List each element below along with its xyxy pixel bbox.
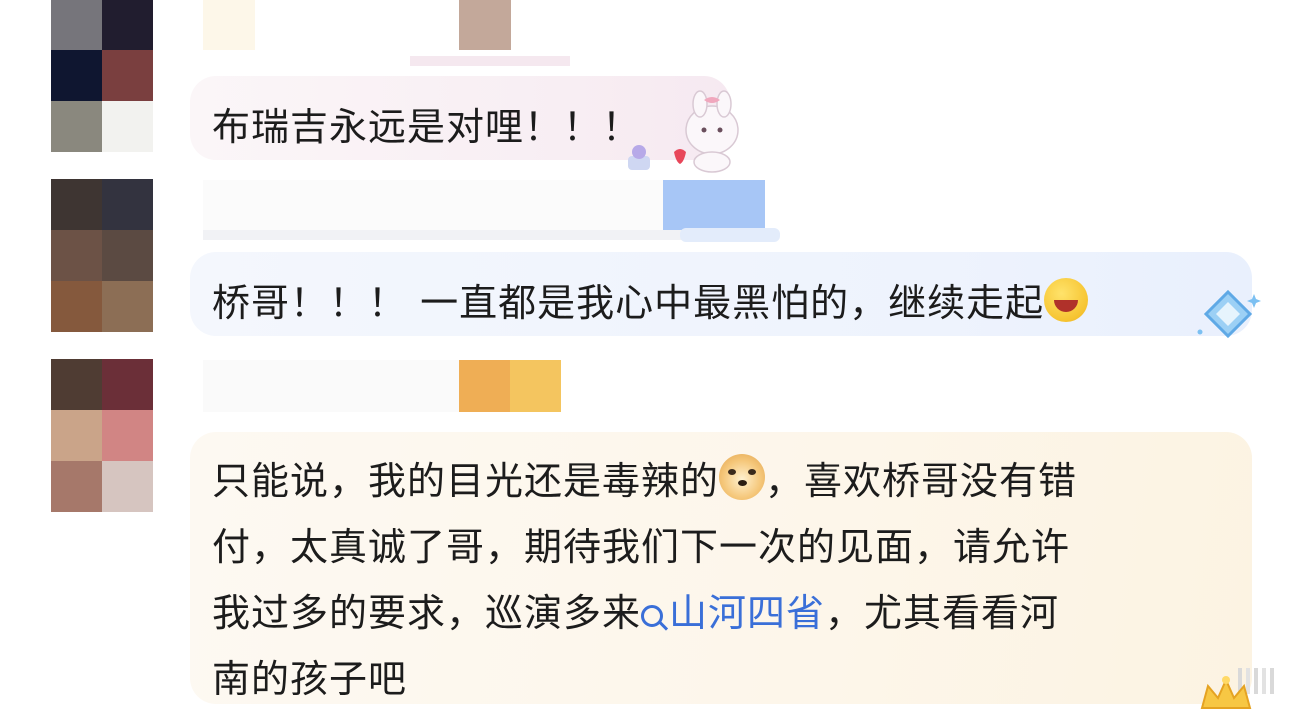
badge-mosaic xyxy=(663,180,765,232)
sun-crown-sticker xyxy=(1200,676,1252,709)
badge-mosaic xyxy=(410,56,570,66)
username-mosaic[interactable] xyxy=(203,0,255,50)
badge-mosaic xyxy=(680,228,780,242)
avatar[interactable] xyxy=(51,359,153,512)
username-mosaic[interactable] xyxy=(203,360,459,412)
badge-mosaic xyxy=(459,0,511,50)
comment-text-segment: 我过多的要求，巡演多来 xyxy=(212,591,642,635)
avatar[interactable] xyxy=(51,0,153,152)
comment-line: 只能说，我的目光还是毒辣的 ，喜欢桥哥没有错 xyxy=(212,450,1077,505)
comment-list: 布瑞吉永远是对哩！！！ 桥哥！！！ 一直都是我心中最黑怕的，继续走起 只能说，我… xyxy=(0,0,1290,710)
diamond-sparkle-sticker xyxy=(1197,289,1261,339)
badge-mosaic xyxy=(459,360,510,412)
comment-text: 布瑞吉永远是对哩！！！ xyxy=(212,105,642,149)
search-icon xyxy=(641,605,664,627)
topic-link[interactable]: 山河四省 xyxy=(641,591,825,635)
bunny-strawberry-sticker xyxy=(674,90,739,173)
laugh-cheer-icon xyxy=(1044,278,1089,322)
comment-text-segment: ，尤其看看河 xyxy=(825,591,1060,635)
topic-link-label: 山河四省 xyxy=(669,591,826,635)
doge-icon xyxy=(719,454,766,500)
comment-line: 我过多的要求，巡演多来 山河四省，尤其看看河 xyxy=(212,582,1059,637)
avatar[interactable] xyxy=(51,179,153,332)
comment-text-body: 桥哥！！！ 一直都是我心中最黑怕的，继续走起 xyxy=(212,281,1045,325)
cake-icon xyxy=(628,145,650,170)
comment-text-segment: ，喜欢桥哥没有错 xyxy=(765,459,1078,503)
badge-mosaic xyxy=(510,360,561,412)
comment-text-segment: 只能说，我的目光还是毒辣的 xyxy=(212,459,720,503)
comment-line: 付，太真诚了哥，期待我们下一次的见面，请允许 xyxy=(212,525,1071,569)
comment-line: 南的孩子吧 xyxy=(212,657,408,701)
username-mosaic xyxy=(203,230,683,240)
comment-text: 桥哥！！！ 一直都是我心中最黑怕的，继续走起 xyxy=(212,272,1089,327)
